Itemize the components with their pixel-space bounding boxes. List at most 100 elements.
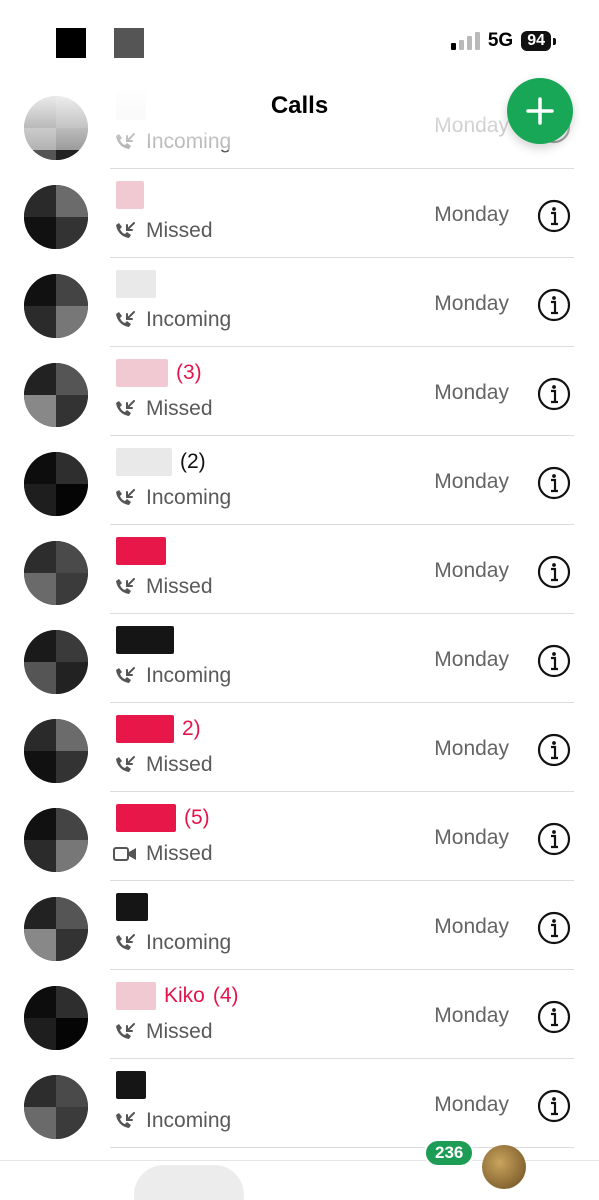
call-row[interactable]: Incoming Monday [0,614,599,703]
redacted-name [116,1071,146,1099]
avatar [24,986,88,1050]
redacted-name [116,982,156,1010]
call-date: Monday [434,203,509,226]
call-date: Monday [434,1004,509,1027]
info-icon[interactable] [537,911,571,945]
avatar [24,185,88,249]
call-count: 2) [182,717,201,740]
call-type: Incoming [112,486,231,510]
info-icon[interactable] [537,555,571,589]
call-row[interactable]: Kiko (4) Missed Monday [0,970,599,1059]
redacted-name [116,359,168,387]
info-icon[interactable] [537,822,571,856]
call-date: Monday [434,1093,509,1116]
missed-call-icon [116,756,135,772]
call-type-label: Missed [146,219,213,242]
call-row[interactable]: (3) Missed Monday [0,347,599,436]
call-type-label: Incoming [146,931,232,954]
call-date: Monday [434,737,509,760]
call-date: Monday [434,648,509,671]
contact-name [116,626,174,654]
call-type-label: Missed [146,575,213,598]
call-row[interactable]: Incoming Monday [0,1059,599,1148]
call-type-label: Incoming [146,1109,232,1132]
call-count: (4) [212,984,239,1007]
info-icon[interactable] [537,1089,571,1123]
contact-name [116,181,144,209]
contact-name-text: Kiko [164,984,205,1007]
battery-indicator: 94 [521,31,556,51]
info-icon[interactable] [537,288,571,322]
tab-calls[interactable] [134,1165,244,1200]
missed-call-icon [116,222,135,238]
avatar [24,363,88,427]
call-type-label: Incoming [146,486,232,509]
call-date: Monday [434,915,509,938]
call-type: Missed [112,397,213,421]
info-icon[interactable] [537,644,571,678]
tab-profile-avatar[interactable] [482,1145,526,1189]
missed-call-icon [116,1023,135,1039]
tab-bar: 236 [0,1139,599,1200]
redacted-block [114,28,144,58]
avatar [24,274,88,338]
avatar [24,541,88,605]
redacted-name [116,270,156,298]
call-type-label: Missed [146,1020,213,1043]
info-icon[interactable] [537,1000,571,1034]
call-type: Incoming [112,1109,231,1133]
call-row[interactable]: Missed Monday [0,169,599,258]
signal-icon [450,32,480,50]
call-type-label: Missed [146,842,213,865]
avatar [24,452,88,516]
call-type: Missed [112,753,213,777]
video-missed-icon [113,847,136,861]
call-count: (2) [180,450,206,473]
call-list: Incoming Monday Missed Monday Incoming Monday… [0,80,599,1148]
info-icon[interactable] [537,733,571,767]
incoming-call-icon [116,934,135,950]
call-type-label: Missed [146,397,213,420]
info-icon[interactable] [537,466,571,500]
call-type: Incoming [112,664,231,688]
contact-name: 2) [116,715,201,743]
avatar [24,719,88,783]
redacted-name [116,626,174,654]
avatar [24,1075,88,1139]
incoming-call-icon [116,489,135,505]
contact-name: (2) [116,448,206,476]
missed-call-icon [116,578,135,594]
contact-name: Kiko (4) [116,982,239,1010]
call-row[interactable]: (5) Missed Monday [0,792,599,881]
plus-icon [526,97,554,125]
call-row[interactable]: (2) Incoming Monday [0,436,599,525]
call-type: Missed [112,575,213,599]
info-icon[interactable] [537,199,571,233]
avatar [24,630,88,694]
call-type-label: Incoming [146,308,232,331]
call-type: Missed [112,219,213,243]
call-row[interactable]: Incoming Monday [0,881,599,970]
new-call-button[interactable] [507,78,573,144]
call-date: Monday [434,559,509,582]
status-left-redacted [56,28,144,58]
contact-name [116,270,156,298]
header: Calls [0,78,599,144]
call-type-label: Incoming [146,664,232,687]
contact-name [116,1071,146,1099]
call-row[interactable]: 2) Missed Monday [0,703,599,792]
call-date: Monday [434,826,509,849]
call-type: Missed [112,842,213,866]
call-type: Incoming [112,931,231,955]
incoming-call-icon [116,311,135,327]
redacted-block [56,28,86,58]
contact-name: (3) [116,359,202,387]
info-icon[interactable] [537,377,571,411]
call-count: (5) [184,806,210,829]
network-label: 5G [487,30,514,51]
call-type: Missed [112,1020,213,1044]
call-row[interactable]: Missed Monday [0,525,599,614]
redacted-name [116,448,172,476]
call-type: Incoming [112,308,231,332]
call-row[interactable]: Incoming Monday [0,258,599,347]
